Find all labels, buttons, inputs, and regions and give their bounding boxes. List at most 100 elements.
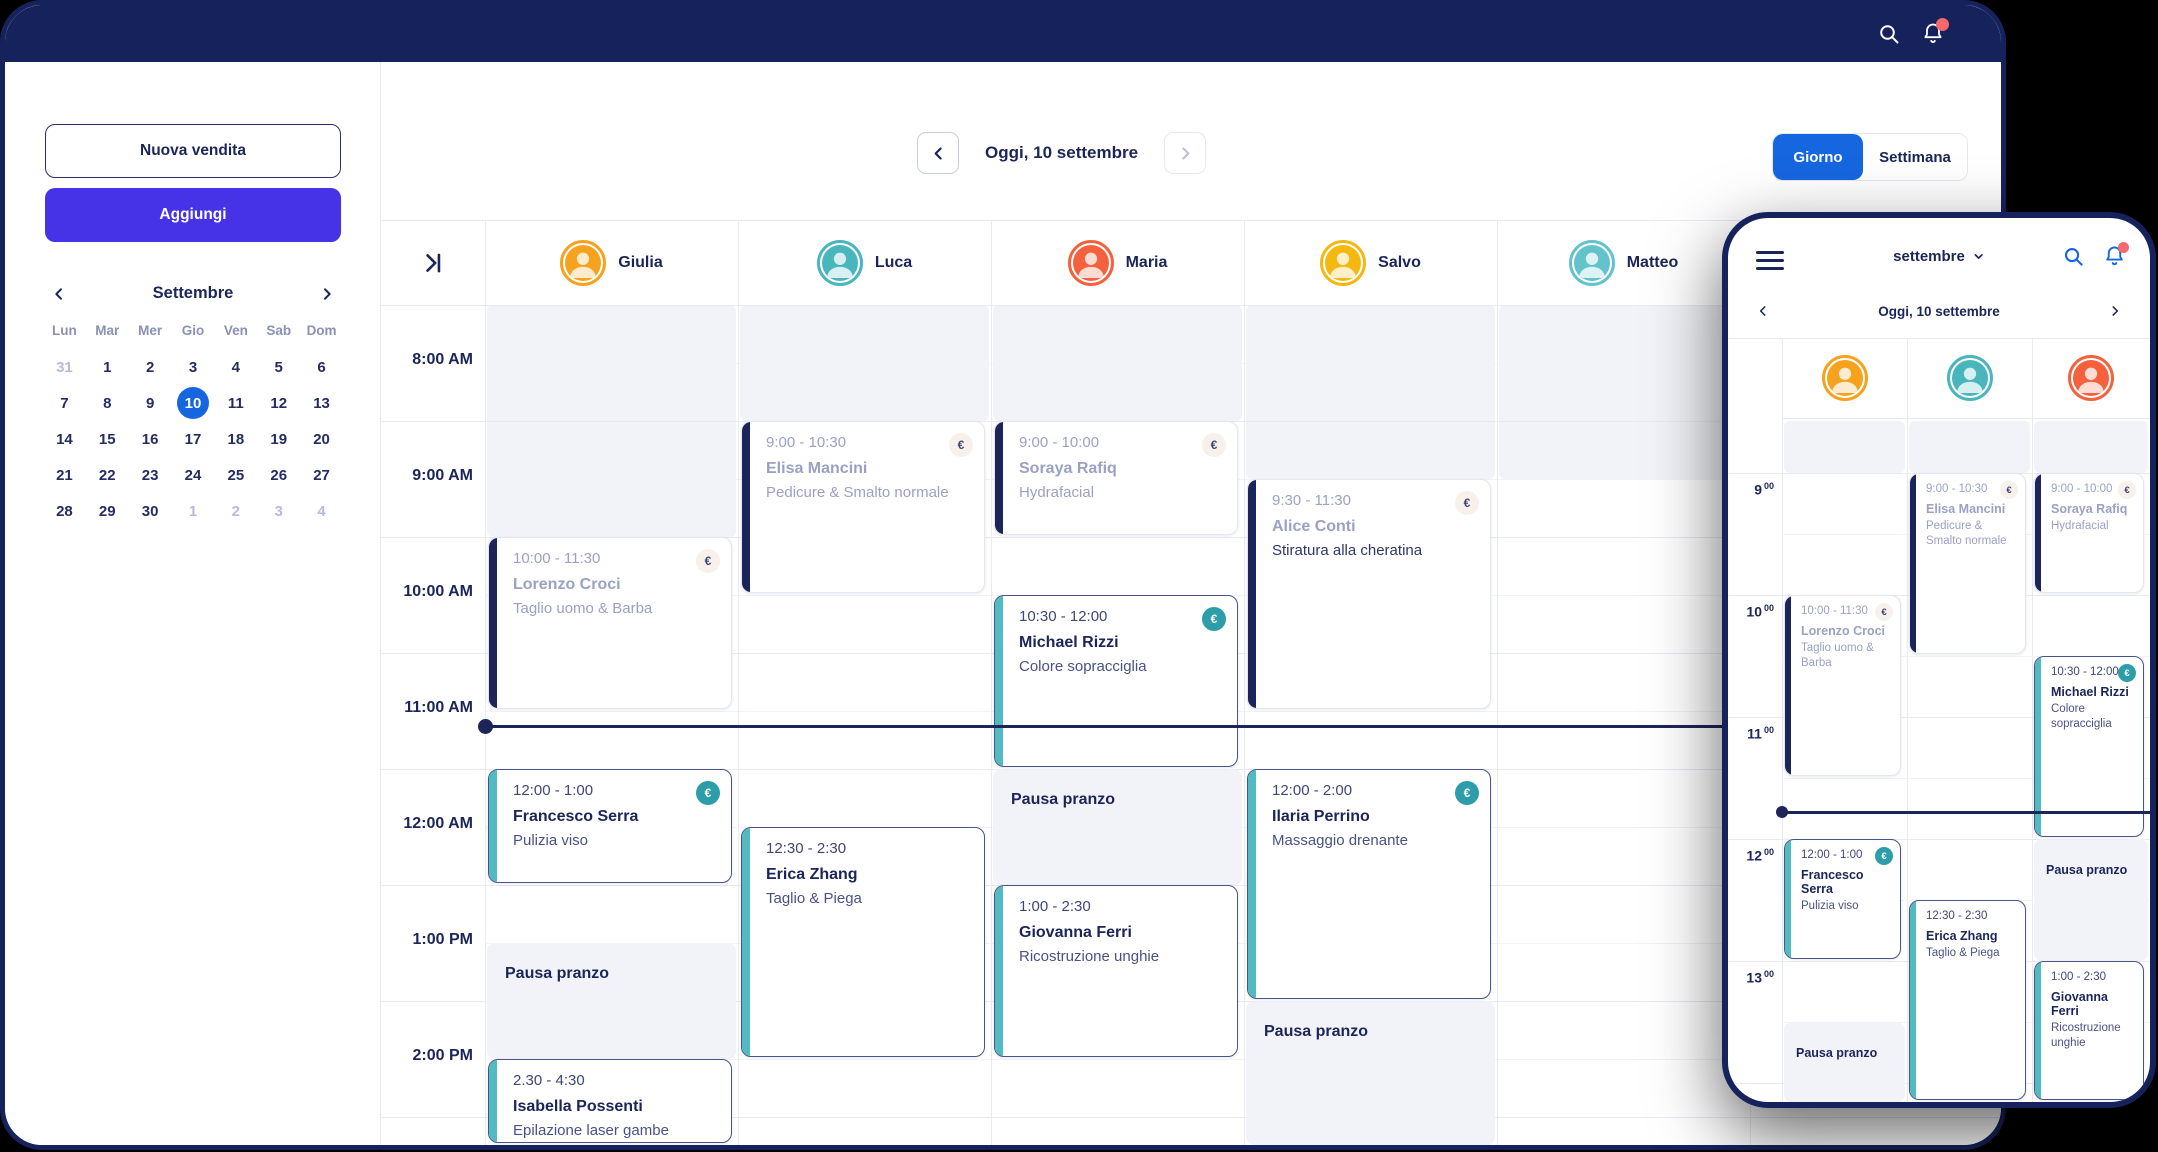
mini-calendar-day[interactable]: 14 (43, 422, 86, 456)
phone-current-date-label: Oggi, 10 settembre (1878, 304, 2000, 319)
mini-calendar-day[interactable]: 5 (257, 350, 300, 384)
phone-staff-column-header-luca[interactable] (1907, 344, 2032, 412)
mini-calendar-day[interactable]: 23 (129, 458, 172, 492)
phone-notifications-icon[interactable] (2103, 242, 2129, 268)
collapse-columns-button[interactable] (381, 220, 485, 305)
mini-calendar-day[interactable]: 1 (86, 350, 129, 384)
mini-calendar-day[interactable]: 19 (257, 422, 300, 456)
appointment-card[interactable]: 9:00 - 10:30 Elisa Mancini Pedicure & Smal… (1909, 473, 2026, 654)
mini-calendar-day[interactable]: 7 (43, 386, 86, 420)
notifications-icon[interactable] (1921, 17, 1949, 46)
mini-calendar-day[interactable]: 3 (257, 494, 300, 528)
staff-column-header-maria[interactable]: Maria (991, 220, 1244, 305)
mini-calendar-day[interactable]: 4 (214, 350, 257, 384)
mini-calendar-day[interactable]: 12 (257, 386, 300, 420)
phone-previous-day-button[interactable] (1756, 304, 1770, 323)
mini-calendar-day[interactable]: 22 (86, 458, 129, 492)
paid-badge: € (1455, 491, 1479, 515)
appointment-service: Stiratura alla cheratina (1272, 542, 1423, 559)
mini-calendar-day[interactable]: 29 (86, 494, 129, 528)
appointment-service: Taglio uomo & Barba (1801, 642, 1874, 669)
appointment-card[interactable]: 12:30 - 2:30 Erica Zhang Taglio & Piega (1909, 900, 2026, 1100)
phone-search-icon[interactable] (2062, 245, 2085, 268)
appointment-card[interactable]: 1:00 - 2:30 Giovanna Ferri Ricostruzione u… (994, 885, 1238, 1057)
mini-calendar-day-label: 1 (103, 358, 112, 376)
phone-month-select[interactable]: settembre (1893, 248, 1985, 265)
mini-calendar-day[interactable]: 4 (300, 494, 343, 528)
mini-calendar-day-label: 1 (188, 502, 198, 520)
mini-calendar-day[interactable]: 3 (172, 350, 215, 384)
next-day-button[interactable] (1164, 132, 1207, 174)
appointment-card[interactable]: 9:00 - 10:00 Soraya Rafiq Hydrafacial € (2034, 473, 2144, 593)
mini-calendar-day[interactable]: 21 (43, 458, 86, 492)
add-button[interactable]: Aggiungi (45, 188, 341, 242)
notification-dot (1936, 17, 1949, 31)
appointment-service: Taglio & Piega (1926, 947, 2000, 959)
mini-calendar-day[interactable]: 6 (300, 350, 343, 384)
mini-calendar-weekday: Gio (181, 323, 205, 338)
break-label: Pausa pranzo (1011, 791, 1116, 808)
appointment-card[interactable]: 9:00 - 10:00 Soraya Rafiq Hydrafacial € (994, 421, 1238, 535)
phone-staff-column-header-giulia[interactable] (1782, 344, 1907, 412)
mini-calendar-day[interactable]: 28 (43, 494, 86, 528)
time-label: 2:00 PM (412, 1047, 473, 1064)
mini-calendar-day[interactable]: 11 (214, 386, 257, 420)
staff-column-header-luca[interactable]: Luca (738, 220, 991, 305)
mini-calendar-day[interactable]: 15 (86, 422, 129, 456)
mini-calendar-day[interactable]: 20 (300, 422, 343, 456)
appointment-card[interactable]: 12:00 - 1:00 Francesco Serra Pulizia viso € (488, 769, 732, 883)
card-body: 9:00 - 10:30 Elisa Mancini Pedicure & Smal… (1916, 474, 2025, 653)
mini-calendar-day[interactable]: 26 (257, 458, 300, 492)
day-view-button[interactable]: Giorno (1773, 134, 1863, 180)
phone-time-label: 10 00 (1746, 603, 1774, 620)
break-block: Pausa pranzo (993, 769, 1242, 885)
mini-calendar-day[interactable]: 2 (129, 350, 172, 384)
appointment-card[interactable]: 10:00 - 11:30 Lorenzo Croci Taglio uomo & … (1784, 595, 1901, 776)
staff-column-header-matteo[interactable]: Matteo (1497, 220, 1750, 305)
mini-calendar-day[interactable]: 2 (214, 494, 257, 528)
mini-calendar-day-selected[interactable]: 10 (172, 386, 215, 420)
appointment-card[interactable]: 12:30 - 2:30 Erica Zhang Taglio & Piega (741, 827, 985, 1057)
appointment-card[interactable]: 1:00 - 2:30 Giovanna Ferri Ricostruzione u… (2034, 961, 2144, 1100)
appointment-card[interactable]: 12:00 - 1:00 Francesco Serra Pulizia viso € (1784, 839, 1901, 959)
previous-day-button[interactable] (917, 132, 959, 174)
appointment-service: Taglio uomo & Barba (513, 600, 653, 617)
appointment-card[interactable]: 10:00 - 11:30 Lorenzo Croci Taglio uomo & … (488, 537, 732, 709)
mini-calendar-day[interactable]: 25 (214, 458, 257, 492)
mini-calendar-day-label: 4 (317, 502, 326, 520)
appointment-card[interactable]: 9:00 - 10:30 Elisa Mancini Pedicure & Smal… (741, 421, 985, 593)
appointment-card[interactable]: 12:00 - 2:00 Ilaria Perrino Massaggio dren… (1247, 769, 1491, 999)
mini-calendar-day[interactable]: 16 (129, 422, 172, 456)
appointment-time: 9:00 - 10:00 (1019, 434, 1100, 451)
mini-calendar-next-button[interactable] (319, 286, 335, 302)
staff-column-header-giulia[interactable]: Giulia (485, 220, 738, 305)
phone-staff-column-header-maria[interactable] (2032, 344, 2150, 412)
mini-calendar-day[interactable]: 17 (172, 422, 215, 456)
mini-calendar-day[interactable]: 30 (129, 494, 172, 528)
week-view-button[interactable]: Settimana (1863, 134, 1967, 180)
card-status-bar (1248, 480, 1256, 708)
mini-calendar-day[interactable]: 8 (86, 386, 129, 420)
phone-next-day-button[interactable] (2108, 304, 2122, 323)
mini-calendar-day-label: 16 (141, 430, 159, 448)
appointment-card[interactable]: 10:30 - 12:00 Michael Rizzi Colore sopracc… (994, 595, 1238, 767)
appointment-card[interactable]: 10:30 - 12:00 Michael Rizzi Colore sopracc… (2034, 656, 2144, 837)
phone-topbar: settembre (1728, 218, 2150, 296)
staff-column-header-salvo[interactable]: Salvo (1244, 220, 1497, 305)
new-sale-button[interactable]: Nuova vendita (45, 124, 341, 178)
appointment-client: Alice Conti (1272, 518, 1356, 535)
menu-icon[interactable] (1756, 246, 1784, 275)
mini-calendar-day[interactable]: 31 (43, 350, 86, 384)
mini-calendar-day[interactable]: 18 (214, 422, 257, 456)
mini-calendar-day[interactable]: 24 (172, 458, 215, 492)
mini-calendar-day[interactable]: 1 (172, 494, 215, 528)
mini-calendar-day[interactable]: 9 (129, 386, 172, 420)
appointment-time: 10:00 - 11:30 (513, 550, 601, 567)
mini-calendar-day[interactable]: 27 (300, 458, 343, 492)
search-icon[interactable] (1877, 22, 1901, 46)
mini-calendar-day[interactable]: 13 (300, 386, 343, 420)
appointment-card[interactable]: 9:30 - 11:30 Alice Conti Stiratura alla ch… (1247, 479, 1491, 709)
mini-calendar-prev-button[interactable] (51, 286, 67, 302)
phone-screen: settembre Oggi, 10 settembre 9 00 10 00 … (1728, 218, 2150, 1102)
appointment-card[interactable]: 2.30 - 4:30 Isabella Possenti Epilazione l… (488, 1059, 732, 1143)
